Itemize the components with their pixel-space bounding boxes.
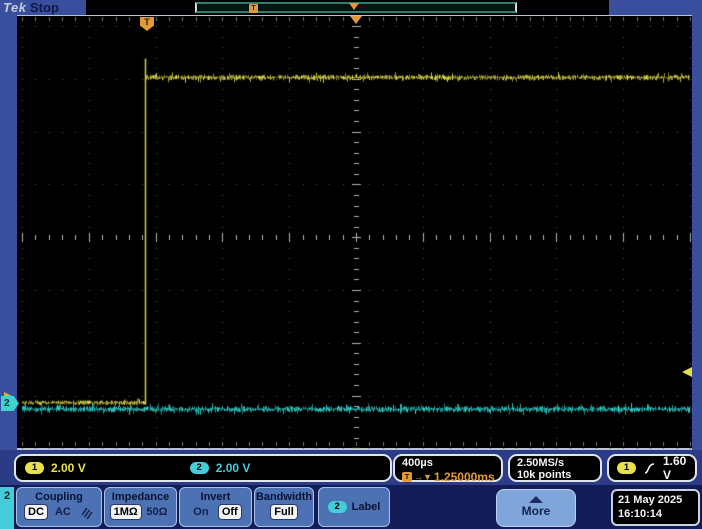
display-border-left <box>0 15 17 452</box>
impedance-title: Impedance <box>111 491 170 503</box>
invert-on-option[interactable]: On <box>190 505 211 519</box>
horizontal-readout: 400µs T →▼ 1.25000ms <box>393 454 503 484</box>
channel-2-tab[interactable]: 2 <box>0 487 14 529</box>
top-bar-right <box>609 0 702 15</box>
more-button-text: More <box>521 504 551 518</box>
ch1-badge: 1 <box>25 462 44 474</box>
waveform-display <box>17 15 692 450</box>
horizontal-scale-value: 400µs <box>402 457 433 469</box>
trigger-level-arrow-icon <box>682 367 692 377</box>
sample-rate-value: 2.50MS/s <box>517 457 565 469</box>
trigger-delay-value: 1.25000ms <box>433 470 495 484</box>
waveform-canvas <box>17 16 692 449</box>
record-length-value: 10k points <box>517 469 572 481</box>
date-value: 21 May 2025 <box>618 494 683 506</box>
coupling-ac-option[interactable]: AC <box>52 505 74 519</box>
record-position-bar: T <box>195 2 517 13</box>
record-trigger-icon: T <box>249 4 258 13</box>
impedance-50-option[interactable]: 50Ω <box>143 505 170 519</box>
impedance-menu-button[interactable]: Impedance 1MΩ 50Ω <box>104 487 177 527</box>
display-border-right <box>692 15 702 452</box>
coupling-title: Coupling <box>35 491 83 503</box>
bandwidth-full-option[interactable]: Full <box>271 505 297 519</box>
coupling-menu-button[interactable]: Coupling DC AC <box>16 487 102 527</box>
chevron-up-icon <box>529 496 543 503</box>
oscilloscope-screen: Tek Stop T T 2 1 2.00 V 2 2.00 V 400µs T… <box>0 0 702 529</box>
bandwidth-menu-button[interactable]: Bandwidth Full <box>254 487 314 527</box>
rising-edge-icon <box>644 462 655 474</box>
invert-title: Invert <box>200 491 231 503</box>
invert-menu-button[interactable]: Invert On Off <box>179 487 252 527</box>
acquisition-status: Stop <box>30 0 59 15</box>
time-value: 16:10:14 <box>618 508 663 520</box>
bandwidth-title: Bandwidth <box>255 491 313 503</box>
expansion-point-icon <box>350 16 362 24</box>
label-button-text: Label <box>351 501 381 513</box>
impedance-1m-option[interactable]: 1MΩ <box>110 505 141 519</box>
label-menu-button[interactable]: 2 Label <box>318 487 390 527</box>
soft-menu-bar: 2 Coupling DC AC Impedance 1MΩ 50Ω Inver… <box>0 485 702 529</box>
trigger-readout: 1 1.60 V <box>607 454 697 482</box>
tek-logo: Tek <box>3 0 27 15</box>
readout-strip: 1 2.00 V 2 2.00 V 400µs T →▼ 1.25000ms 2… <box>0 450 702 485</box>
coupling-ground-icon[interactable] <box>79 506 93 519</box>
delay-arrows-icon: →▼ <box>414 472 432 482</box>
acquisition-readout: 2.50MS/s 10k points <box>508 454 602 482</box>
trigger-level-value: 1.60 V <box>663 454 687 482</box>
trigger-t-icon: T <box>402 472 412 482</box>
ch2-scale-value: 2.00 V <box>215 461 251 475</box>
ch2-badge: 2 <box>189 462 209 474</box>
invert-off-option[interactable]: Off <box>218 505 241 519</box>
label-channel-badge: 2 <box>327 501 347 513</box>
datetime-display: 21 May 2025 16:10:14 <box>611 489 700 526</box>
top-bar-left: Tek Stop <box>0 0 86 15</box>
more-button[interactable]: More <box>496 489 576 527</box>
coupling-dc-option[interactable]: DC <box>25 505 47 519</box>
ch1-scale-value: 2.00 V <box>51 461 86 475</box>
channel-scale-readout: 1 2.00 V 2 2.00 V <box>14 454 392 482</box>
trigger-source-badge: 1 <box>617 462 636 474</box>
record-expansion-icon <box>349 3 359 10</box>
